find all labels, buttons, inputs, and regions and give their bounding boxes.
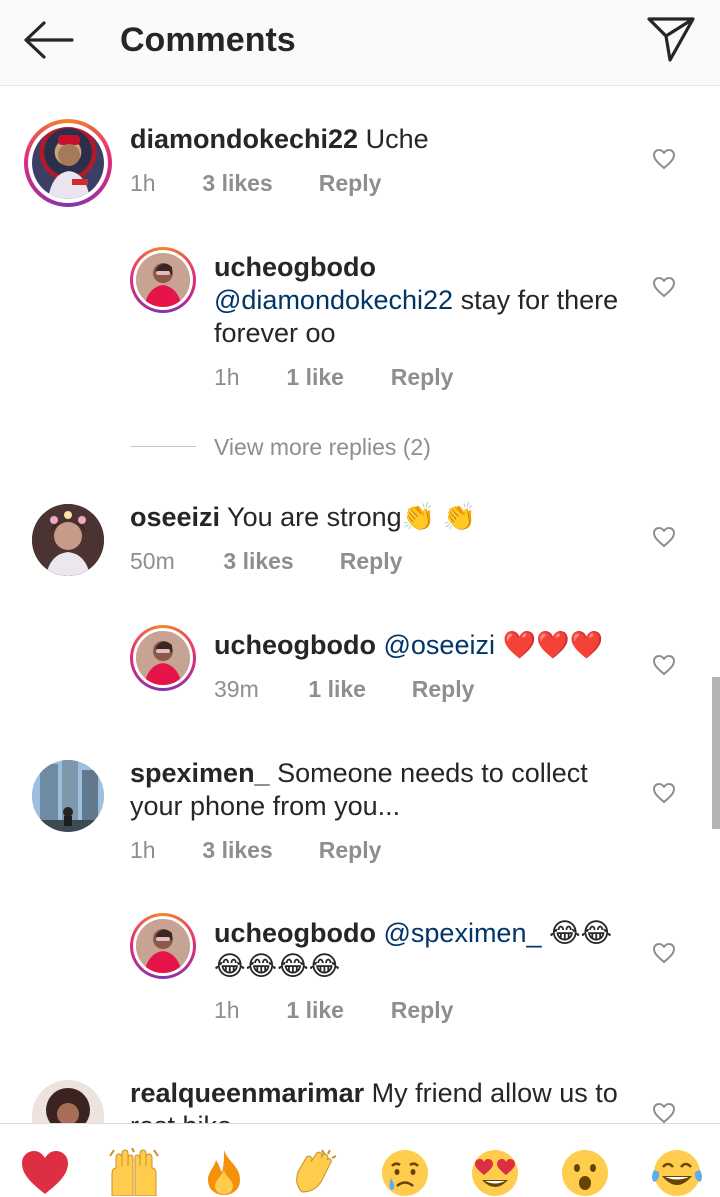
comment-time: 1h	[214, 364, 240, 390]
comment-likes[interactable]: 1 like	[286, 363, 384, 391]
raising-hands-icon	[109, 1147, 159, 1197]
avatar[interactable]	[32, 504, 104, 576]
avatar[interactable]	[32, 127, 104, 199]
comment-time: 39m	[214, 676, 259, 702]
heart-outline-icon	[653, 277, 675, 297]
comment-time: 50m	[130, 548, 175, 574]
comment-username[interactable]: diamondokechi22	[130, 124, 358, 154]
comment-username[interactable]: ucheogbodo	[214, 918, 376, 948]
comments-list[interactable]: diamondokechi22 Uche 1h 3 likes Reply uc…	[0, 87, 720, 1123]
comment-likes[interactable]: 1 like	[308, 675, 405, 703]
like-button[interactable]	[652, 782, 676, 804]
comment-text: ❤️❤️❤️	[494, 630, 604, 660]
arrow-left-icon	[24, 21, 74, 59]
heart-outline-icon	[653, 943, 675, 963]
emoji-tears-of-joy-button[interactable]	[650, 1148, 702, 1196]
red-heart-icon	[22, 1151, 68, 1194]
reply-button[interactable]: Reply	[319, 169, 382, 197]
page-title: Comments	[120, 21, 296, 59]
header-bar: Comments	[0, 0, 720, 86]
avatar[interactable]	[136, 253, 190, 307]
heart-outline-icon	[653, 527, 675, 547]
fire-icon	[208, 1150, 240, 1195]
heart-eyes-icon	[472, 1150, 518, 1196]
back-button[interactable]	[22, 20, 74, 60]
emoji-open-mouth-button[interactable]	[560, 1148, 608, 1196]
reply-button[interactable]: Reply	[340, 547, 403, 575]
divider	[130, 446, 196, 447]
comment-likes[interactable]: 3 likes	[223, 547, 333, 575]
emoji-crying-face-button[interactable]	[380, 1148, 428, 1196]
crying-face-icon	[382, 1150, 428, 1196]
comment-text: You are strong👏 👏	[220, 502, 477, 532]
reply-button[interactable]: Reply	[412, 675, 475, 703]
heart-outline-icon	[653, 655, 675, 675]
paper-plane-icon	[647, 17, 695, 62]
heart-outline-icon	[653, 149, 675, 169]
reply-button[interactable]: Reply	[391, 996, 454, 1024]
avatar[interactable]	[32, 1080, 104, 1123]
mention-link[interactable]: @diamondokechi22	[214, 285, 453, 315]
emoji-quick-bar	[0, 1123, 720, 1197]
like-button[interactable]	[652, 1102, 676, 1123]
emoji-clapping-hands-button[interactable]	[292, 1148, 340, 1196]
avatar[interactable]	[136, 631, 190, 685]
view-more-replies-label[interactable]: View more replies (2)	[214, 432, 431, 462]
like-button[interactable]	[652, 276, 676, 298]
like-button[interactable]	[652, 148, 676, 170]
reply-button[interactable]: Reply	[391, 363, 454, 391]
comment-likes[interactable]: 3 likes	[202, 836, 312, 864]
emoji-fire-button[interactable]	[200, 1148, 248, 1196]
like-button[interactable]	[652, 942, 676, 964]
mention-link[interactable]: @oseeizi	[384, 630, 495, 660]
tears-of-joy-icon	[652, 1150, 702, 1196]
emoji-heart-eyes-button[interactable]	[470, 1148, 518, 1196]
comment-username[interactable]: oseeizi	[130, 502, 220, 532]
like-button[interactable]	[652, 654, 676, 676]
clapping-hands-icon	[296, 1149, 337, 1193]
comment-time: 1h	[130, 837, 156, 863]
comment-username[interactable]: ucheogbodo	[214, 630, 376, 660]
comment-time: 1h	[130, 170, 156, 196]
comment-likes[interactable]: 3 likes	[202, 169, 312, 197]
share-button[interactable]	[646, 14, 696, 64]
scrollbar-thumb[interactable]	[712, 677, 720, 829]
reply-button[interactable]: Reply	[319, 836, 382, 864]
comment-text: Uche	[358, 124, 429, 154]
comment-username[interactable]: ucheogbodo	[214, 252, 376, 282]
avatar[interactable]	[136, 919, 190, 973]
heart-outline-icon	[653, 783, 675, 803]
like-button[interactable]	[652, 526, 676, 548]
open-mouth-icon	[562, 1150, 608, 1196]
view-more-replies[interactable]: View more replies (2)	[130, 432, 530, 462]
comment-likes[interactable]: 1 like	[286, 996, 384, 1024]
comment-username[interactable]: speximen_	[130, 758, 270, 788]
comment-time: 1h	[214, 997, 240, 1023]
avatar[interactable]	[32, 760, 104, 832]
emoji-red-heart-button[interactable]	[20, 1148, 68, 1196]
comment-username[interactable]: realqueenmarimar	[130, 1078, 364, 1108]
emoji-raising-hands-button[interactable]	[108, 1147, 159, 1197]
heart-outline-icon	[653, 1103, 675, 1123]
mention-link[interactable]: @speximen_	[384, 918, 542, 948]
